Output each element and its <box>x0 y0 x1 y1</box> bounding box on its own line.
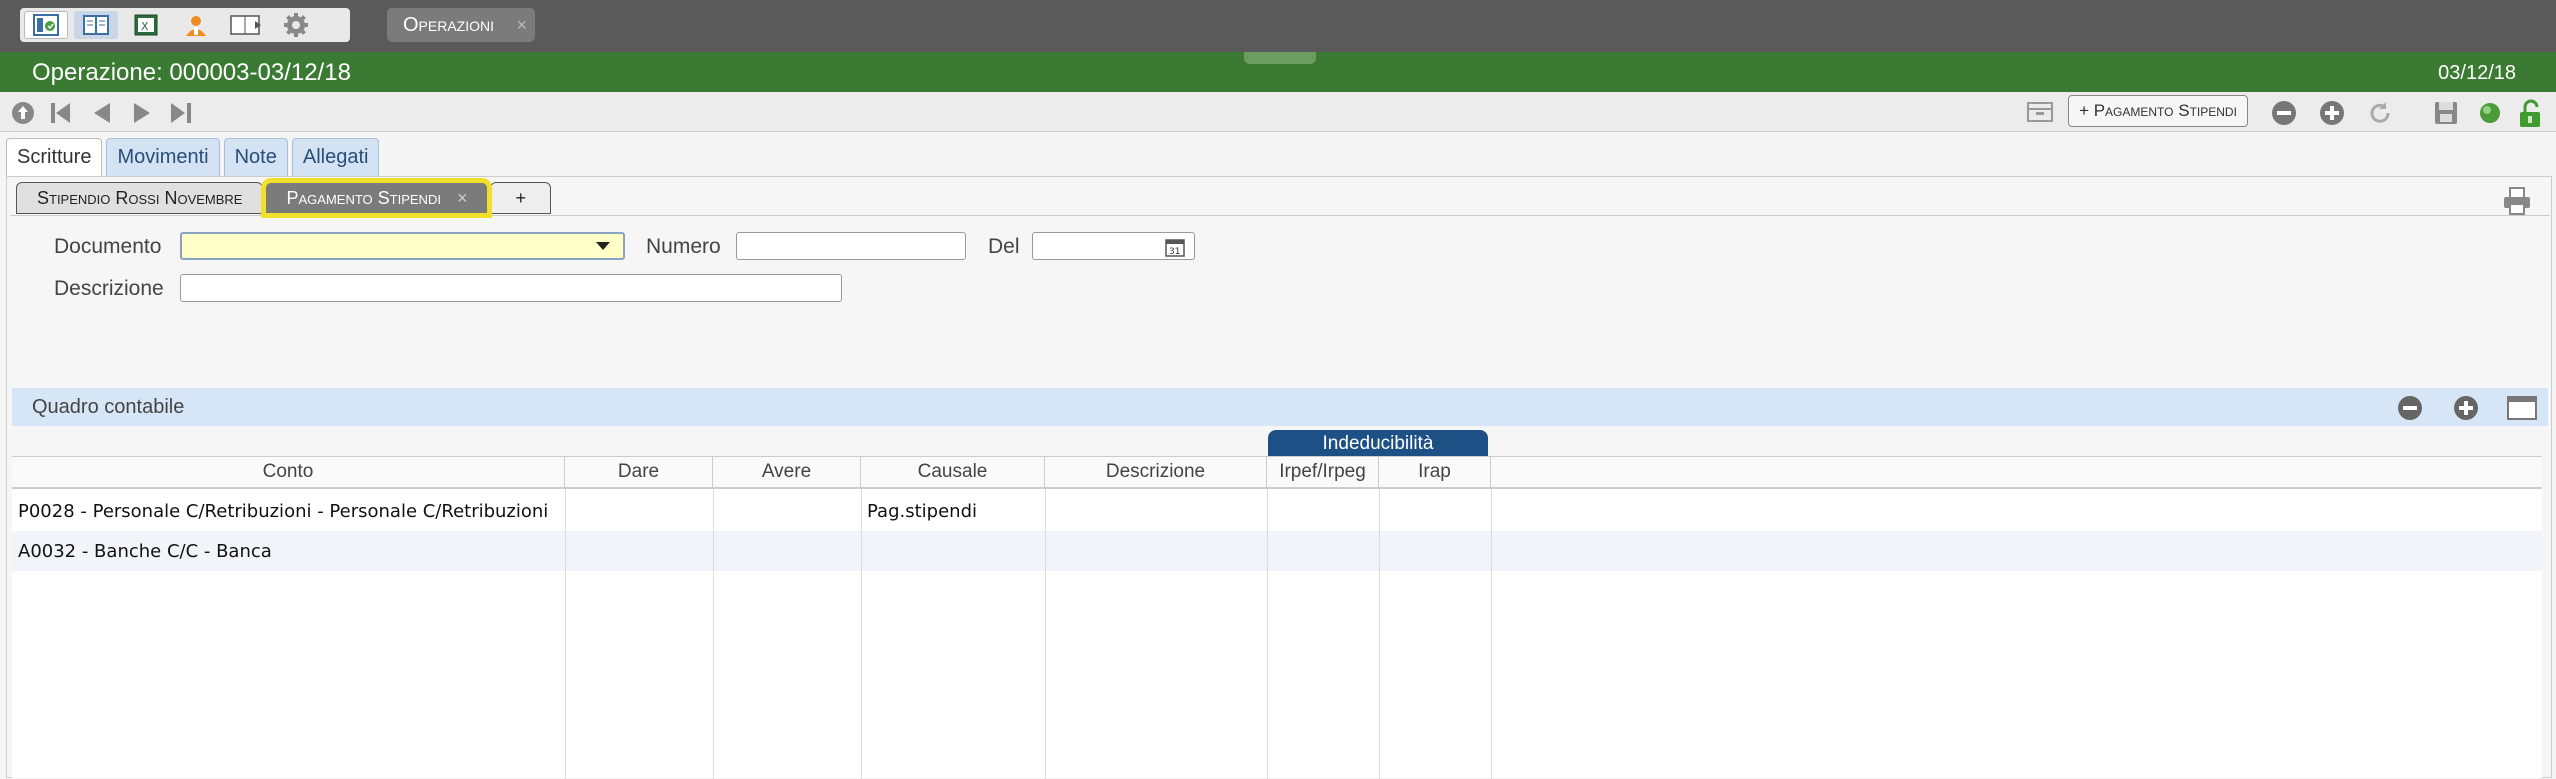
unlock-icon[interactable] <box>2516 99 2544 129</box>
column-divider <box>1491 489 1492 779</box>
del-label: Del <box>988 235 1020 258</box>
record-toolbar: + Pagamento Stipendi <box>0 92 2556 132</box>
operazioni-tab[interactable]: Operazioni × <box>387 8 535 42</box>
column-header-descrizione[interactable]: Descrizione <box>1045 457 1267 489</box>
add-subtab-button[interactable]: + <box>490 182 551 214</box>
column-divider <box>1267 489 1268 779</box>
add-row-icon[interactable] <box>2452 394 2480 422</box>
first-record-icon[interactable] <box>48 100 74 126</box>
archive-icon[interactable] <box>2026 99 2054 125</box>
svg-text:X: X <box>141 20 149 33</box>
cell-descrizione[interactable] <box>1045 531 1267 571</box>
quadro-contabile-header: Quadro contabile <box>12 388 2548 426</box>
subtab-pagamento-stipendi[interactable]: Pagamento Stipendi × <box>261 178 493 218</box>
column-header-conto[interactable]: Conto <box>12 457 565 489</box>
column-header-filler <box>1491 457 2542 489</box>
document-icon[interactable] <box>224 11 268 39</box>
numero-field[interactable] <box>736 232 966 260</box>
numero-label: Numero <box>646 235 721 258</box>
column-divider <box>1045 489 1046 779</box>
main-tabs: Scritture Movimenti Note Allegati <box>6 138 380 176</box>
entry-subtabs: Stipendio Rossi Novembre Pagamento Stipe… <box>16 178 553 218</box>
column-header-avere[interactable]: Avere <box>713 457 861 489</box>
cell-dare[interactable] <box>565 531 713 571</box>
calendar-icon[interactable]: 31 <box>1165 237 1185 257</box>
last-record-icon[interactable] <box>168 100 194 126</box>
save-icon[interactable] <box>2432 99 2460 127</box>
cell-causale[interactable] <box>861 531 1045 571</box>
cell-irap[interactable] <box>1379 531 1491 571</box>
undo-icon[interactable] <box>2366 99 2394 127</box>
list-icon[interactable] <box>74 11 118 39</box>
chevron-down-icon[interactable] <box>583 232 623 260</box>
app-toolbar: X <box>20 8 350 42</box>
status-online-icon <box>2480 103 2500 123</box>
print-icon[interactable] <box>2502 186 2532 216</box>
pagamento-stipendi-button[interactable]: + Pagamento Stipendi <box>2068 95 2248 127</box>
documento-label: Documento <box>54 235 162 258</box>
cell-irpef[interactable] <box>1267 531 1379 571</box>
column-divider <box>565 489 566 779</box>
spreadsheet-icon[interactable]: X <box>124 11 168 39</box>
indeducibilita-group-header: Indeducibilità <box>1268 430 1488 457</box>
remove-row-icon[interactable] <box>2396 394 2424 422</box>
tab-scritture[interactable]: Scritture <box>6 138 103 176</box>
cell-irpef[interactable] <box>1267 491 1379 531</box>
tab-allegati[interactable]: Allegati <box>291 138 380 176</box>
cell-dare[interactable] <box>565 491 713 531</box>
tab-note[interactable]: Note <box>223 138 288 176</box>
cell-conto[interactable]: P0028 - Personale C/Retribuzioni - Perso… <box>12 491 565 531</box>
close-icon[interactable]: × <box>457 188 468 209</box>
drag-handle[interactable] <box>1244 52 1316 64</box>
maximize-icon[interactable] <box>2506 394 2538 422</box>
user-icon[interactable] <box>174 11 218 39</box>
page-title: Operazione: 000003-03/12/18 <box>32 59 351 86</box>
next-record-icon[interactable] <box>130 100 154 126</box>
column-header-irap[interactable]: Irap <box>1379 457 1491 489</box>
column-header-causale[interactable]: Causale <box>861 457 1045 489</box>
svg-text:31: 31 <box>1169 247 1180 257</box>
documento-select[interactable] <box>180 232 625 260</box>
cell-descrizione[interactable] <box>1045 491 1267 531</box>
table-row[interactable]: A0032 - Banche C/C - Banca <box>12 531 2542 571</box>
module-icon[interactable] <box>24 11 68 39</box>
quadro-contabile-title: Quadro contabile <box>32 396 185 418</box>
table-row[interactable]: P0028 - Personale C/Retribuzioni - Perso… <box>12 491 2542 531</box>
subtab-stipendio-rossi[interactable]: Stipendio Rossi Novembre <box>16 182 264 214</box>
cell-irap[interactable] <box>1379 491 1491 531</box>
cell-conto[interactable]: A0032 - Banche C/C - Banca <box>12 531 565 571</box>
remove-icon[interactable] <box>2270 99 2298 127</box>
title-bar: Operazione: 000003-03/12/18 03/12/18 <box>0 52 2556 92</box>
column-header-irpef[interactable]: Irpef/Irpeg <box>1267 457 1379 489</box>
cell-avere[interactable] <box>713 531 861 571</box>
column-header-dare[interactable]: Dare <box>565 457 713 489</box>
header-date: 03/12/18 <box>2438 62 2516 84</box>
column-divider <box>713 489 714 779</box>
column-divider <box>861 489 862 779</box>
add-icon[interactable] <box>2318 99 2346 127</box>
close-icon[interactable]: × <box>516 15 527 36</box>
operazioni-tab-label: Operazioni <box>403 13 495 36</box>
descrizione-field[interactable] <box>180 274 842 302</box>
settings-icon[interactable] <box>274 11 318 39</box>
cell-causale[interactable]: Pag.stipendi <box>861 491 1045 531</box>
column-divider <box>1379 489 1380 779</box>
previous-record-icon[interactable] <box>90 100 114 126</box>
top-bar: X Operazioni × <box>0 0 2556 52</box>
cell-avere[interactable] <box>713 491 861 531</box>
tab-movimenti[interactable]: Movimenti <box>106 138 220 176</box>
subtab-label: Pagamento Stipendi <box>286 187 441 208</box>
descrizione-label: Descrizione <box>54 277 164 300</box>
refresh-nav-icon[interactable] <box>10 100 36 126</box>
accounting-grid: Conto Dare Avere Causale Descrizione Irp… <box>12 456 2542 779</box>
